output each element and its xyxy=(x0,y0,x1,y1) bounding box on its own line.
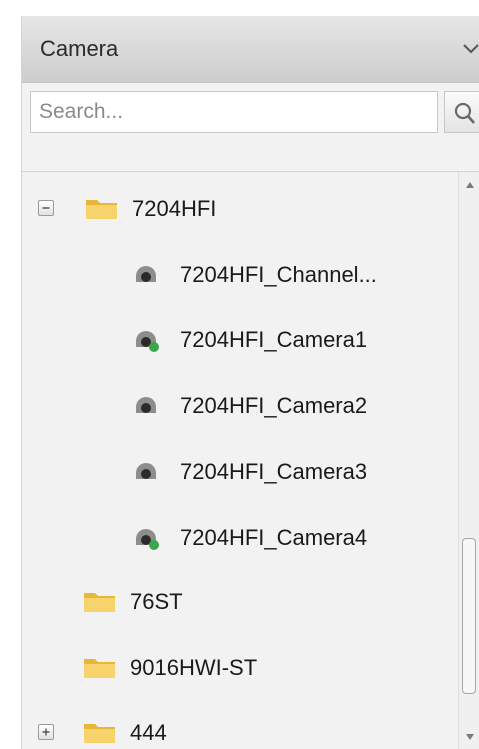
tree-scrollbar[interactable] xyxy=(458,172,479,749)
tree-item-camera[interactable]: 7204HFI_Camera3 xyxy=(22,447,458,497)
tree-item-label: 7204HFI xyxy=(132,196,217,221)
camera-icon xyxy=(136,266,156,282)
search-bar xyxy=(22,83,479,172)
camera-tree: 7204HFI 7204HFI_Channel... 7204HFI_Camer… xyxy=(22,172,458,749)
camera-online-icon xyxy=(136,331,159,352)
folder-icon xyxy=(86,200,117,219)
camera-icon xyxy=(136,463,156,479)
tree-item-label: 7204HFI_Camera4 xyxy=(180,525,368,550)
camera-icon xyxy=(136,397,156,413)
search-button[interactable] xyxy=(444,91,479,133)
chevron-down-icon[interactable] xyxy=(462,38,479,58)
scroll-up-icon[interactable] xyxy=(464,180,476,190)
tree-item-camera[interactable]: 7204HFI_Camera1 xyxy=(22,315,458,365)
search-input[interactable] xyxy=(30,91,438,133)
tree-item-9016hwi-st[interactable]: 9016HWI-ST xyxy=(22,643,458,693)
tree-item-label: 7204HFI_Channel... xyxy=(180,262,377,287)
collapse-icon[interactable] xyxy=(38,200,54,216)
scrollbar-thumb[interactable] xyxy=(462,538,476,694)
tree-item-label: 9016HWI-ST xyxy=(130,655,258,680)
camera-panel: Camera 7204HFI xyxy=(21,16,479,749)
search-icon xyxy=(454,102,475,124)
expand-icon[interactable] xyxy=(38,724,54,740)
folder-icon xyxy=(84,724,115,743)
panel-title: Camera xyxy=(40,36,119,61)
tree-item-label: 76ST xyxy=(130,589,183,614)
tree-item-label: 7204HFI_Camera3 xyxy=(180,459,368,484)
tree-item-7204hfi[interactable]: 7204HFI xyxy=(22,184,458,234)
folder-icon xyxy=(84,659,115,678)
tree-item-camera[interactable]: 7204HFI_Camera2 xyxy=(22,381,458,431)
tree-item-label: 444 xyxy=(130,720,167,745)
tree-item-76st[interactable]: 76ST xyxy=(22,577,458,627)
scroll-down-icon[interactable] xyxy=(464,732,476,742)
panel-header[interactable]: Camera xyxy=(22,16,479,83)
tree-item-camera[interactable]: 7204HFI_Camera4 xyxy=(22,513,458,563)
tree-item-camera[interactable]: 7204HFI_Channel... xyxy=(22,250,458,300)
camera-online-icon xyxy=(136,529,159,550)
tree-item-label: 7204HFI_Camera2 xyxy=(180,393,368,418)
tree-item-444[interactable]: 444 xyxy=(22,708,458,749)
tree-item-label: 7204HFI_Camera1 xyxy=(180,327,368,352)
folder-icon xyxy=(84,593,115,612)
